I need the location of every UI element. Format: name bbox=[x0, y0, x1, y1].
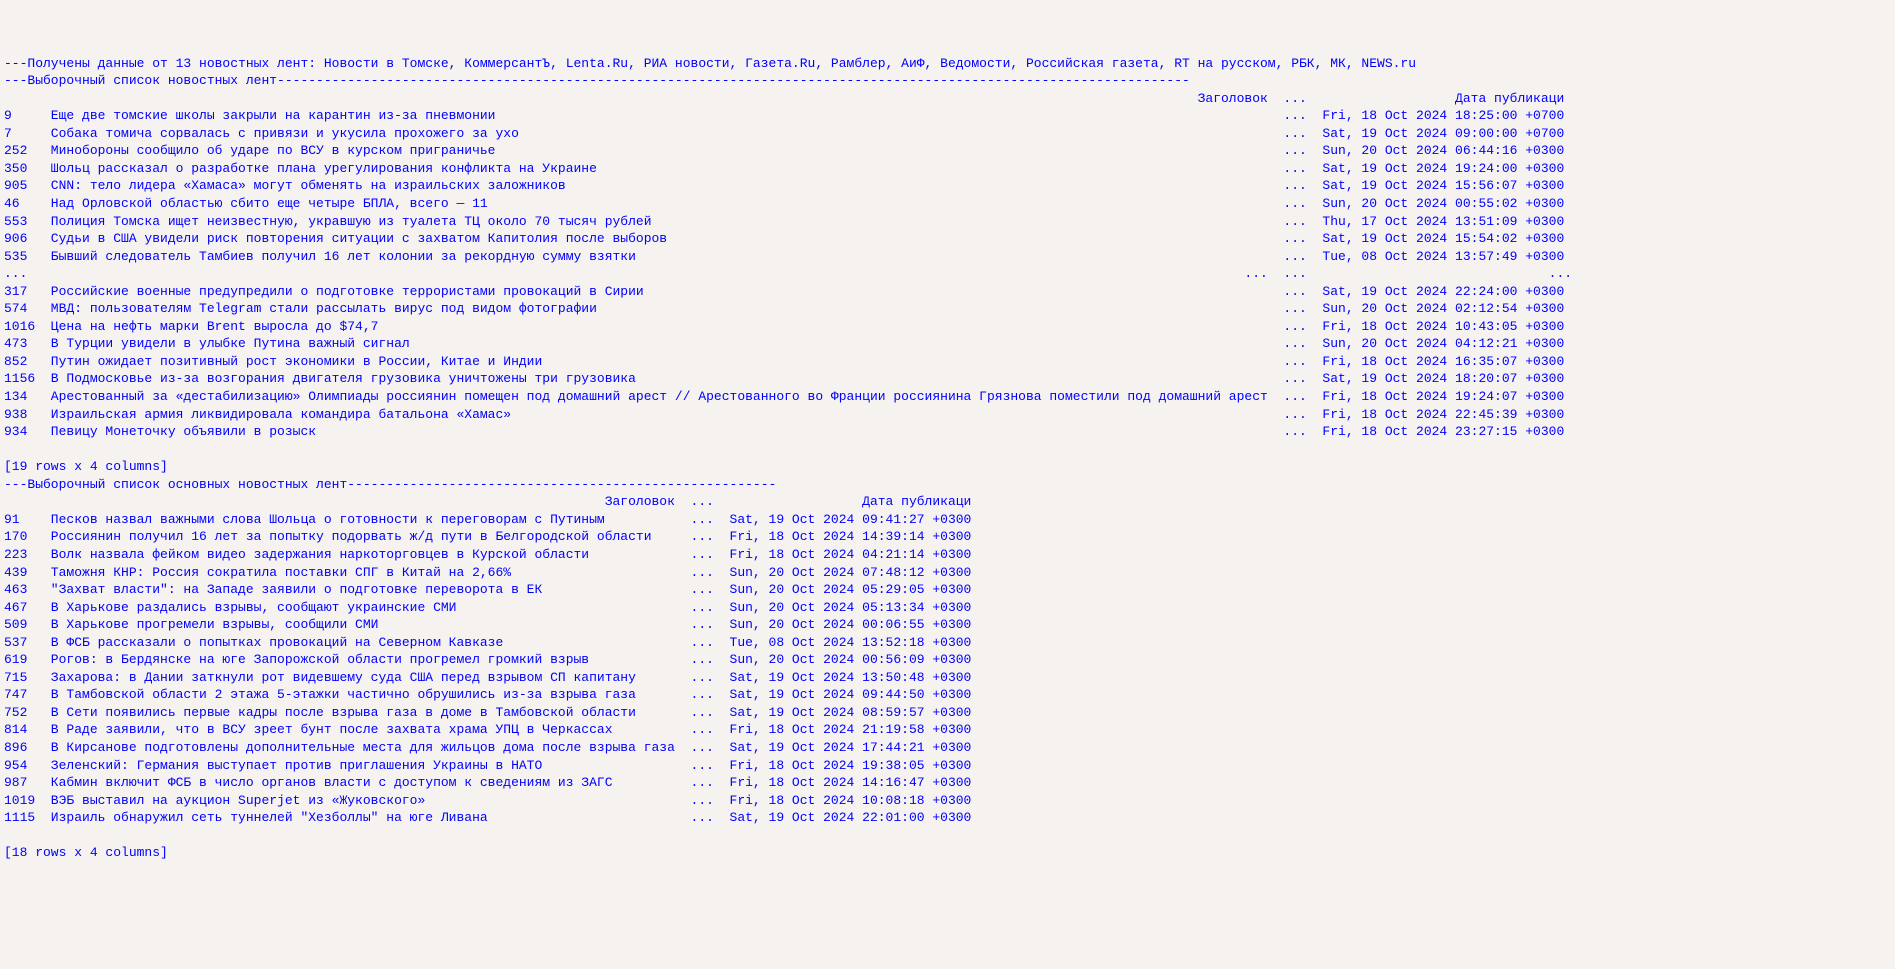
table1-row: 852 Путин ожидает позитивный рост эконом… bbox=[4, 354, 1564, 369]
table1-row: 46 Над Орловской областью сбито еще четы… bbox=[4, 196, 1564, 211]
table1-row: 1016 Цена на нефть марки Brent выросла д… bbox=[4, 319, 1564, 334]
table1-row: 9 Еще две томские школы закрыли на каран… bbox=[4, 108, 1564, 123]
table2-row: 467 В Харькове раздались взрывы, сообщаю… bbox=[4, 600, 971, 615]
table1-row: 553 Полиция Томска ищет неизвестную, укр… bbox=[4, 214, 1564, 229]
section1-title: ---Выборочный список новостных лент-----… bbox=[4, 73, 1190, 88]
table1-row: 574 МВД: пользователям Telegram стали ра… bbox=[4, 301, 1564, 316]
table2-row: 619 Рогов: в Бердянске на юге Запорожско… bbox=[4, 652, 971, 667]
table2-row: 91 Песков назвал важными слова Шольца о … bbox=[4, 512, 971, 527]
table2-row: 509 В Харькове прогремели взрывы, сообщи… bbox=[4, 617, 971, 632]
table1-row: 1156 В Подмосковье из-за возгорания двиг… bbox=[4, 371, 1564, 386]
table2-shape: [18 rows x 4 columns] bbox=[4, 845, 168, 860]
header-line: ---Получены данные от 13 новостных лент:… bbox=[4, 56, 1416, 71]
table1-row: 906 Судьи в США увидели риск повторения … bbox=[4, 231, 1564, 246]
table1-row: 134 Арестованный за «дестабилизацию» Оли… bbox=[4, 389, 1564, 404]
table1-shape: [19 rows x 4 columns] bbox=[4, 459, 168, 474]
table2-row: 463 "Захват власти": на Западе заявили о… bbox=[4, 582, 971, 597]
table2-header: Заголовок ... Дата публикаци bbox=[4, 494, 971, 509]
table2-row: 715 Захарова: в Дании заткнули рот видев… bbox=[4, 670, 971, 685]
table2-row: 954 Зеленский: Германия выступает против… bbox=[4, 758, 971, 773]
table2-row: 1019 ВЭБ выставил на аукцион Superjet из… bbox=[4, 793, 971, 808]
table1-row: 934 Певицу Монеточку объявили в розыск .… bbox=[4, 424, 1564, 439]
table2-row: 170 Россиянин получил 16 лет за попытку … bbox=[4, 529, 971, 544]
table1-row: 938 Израильская армия ликвидировала кома… bbox=[4, 407, 1564, 422]
table2-row: 439 Таможня КНР: Россия сократила постав… bbox=[4, 565, 971, 580]
table2-row: 814 В Раде заявили, что в ВСУ зреет бунт… bbox=[4, 722, 971, 737]
table1-row: 252 Минобороны сообщило об ударе по ВСУ … bbox=[4, 143, 1564, 158]
table1-row: 7 Собака томича сорвалась с привязи и ук… bbox=[4, 126, 1564, 141]
table2-row: 896 В Кирсанове подготовлены дополнитель… bbox=[4, 740, 971, 755]
table1-row: ... ... ... .. bbox=[4, 266, 1572, 281]
table1-row: 317 Российские военные предупредили о по… bbox=[4, 284, 1564, 299]
table2-row: 223 Волк назвала фейком видео задержания… bbox=[4, 547, 971, 562]
table1-row: 905 CNN: тело лидера «Хамаса» могут обме… bbox=[4, 178, 1564, 193]
table1-row: 535 Бывший следователь Тамбиев получил 1… bbox=[4, 249, 1564, 264]
table2-row: 752 В Сети появились первые кадры после … bbox=[4, 705, 971, 720]
table2-row: 747 В Тамбовской области 2 этажа 5-этажк… bbox=[4, 687, 971, 702]
table1-header: Заголовок ... Дата публикаци bbox=[4, 91, 1564, 106]
table1-row: 350 Шольц рассказал о разработке плана у… bbox=[4, 161, 1564, 176]
table2-row: 987 Кабмин включит ФСБ в число органов в… bbox=[4, 775, 971, 790]
output-root: ---Получены данные от 13 новостных лент:… bbox=[0, 35, 1895, 864]
table2-row: 537 В ФСБ рассказали о попытках провокац… bbox=[4, 635, 971, 650]
section2-title: ---Выборочный список основных новостных … bbox=[4, 477, 776, 492]
table1-row: 473 В Турции увидели в улыбке Путина важ… bbox=[4, 336, 1564, 351]
table2-row: 1115 Израиль обнаружил сеть туннелей "Хе… bbox=[4, 810, 971, 825]
